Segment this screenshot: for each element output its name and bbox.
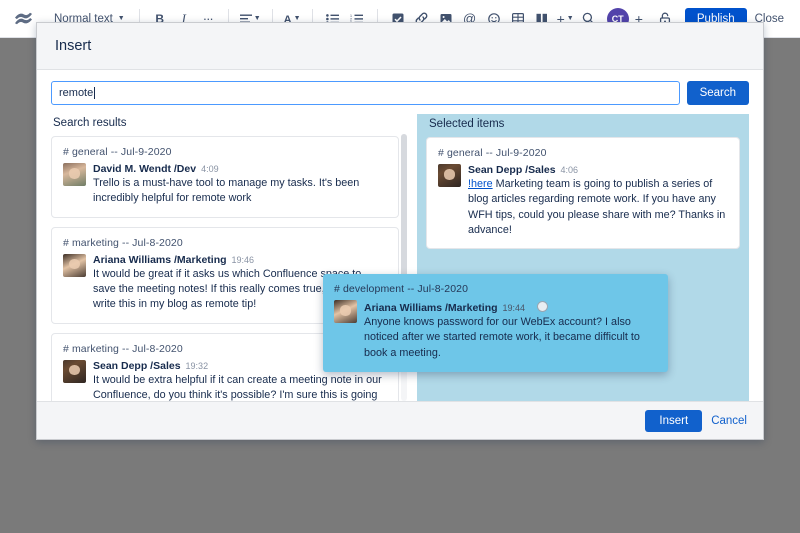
message-header: David M. Wendt /Dev 4:09: [93, 163, 387, 175]
card-channel: # general -- Jul-9-2020: [63, 146, 387, 158]
selected-items-label: Selected items: [426, 114, 740, 137]
list-item[interactable]: # general -- Jul-9-2020 David M. Wendt /…: [51, 136, 399, 218]
insert-button[interactable]: Insert: [645, 410, 702, 432]
card-channel: # marketing -- Jul-8-2020: [63, 237, 387, 249]
avatar: [63, 254, 86, 277]
message: Sean Depp /Sales 4:06 !here Marketing te…: [438, 164, 728, 238]
search-row: remote Search: [51, 81, 749, 105]
message-header: Ariana Williams /Marketing 19:44: [364, 300, 657, 314]
message-text: Trello is a must-have tool to manage my …: [93, 176, 387, 207]
message-header: Sean Depp /Sales 4:06: [468, 164, 728, 176]
message-text-body: Marketing team is going to publish a ser…: [468, 178, 725, 236]
scrollbar-thumb[interactable]: [401, 134, 407, 294]
chevron-down-icon: ▼: [294, 15, 301, 22]
avatar: [334, 300, 357, 323]
chevron-down-icon: ▼: [118, 15, 125, 22]
message-time: 4:09: [201, 164, 219, 174]
search-results-label: Search results: [51, 114, 399, 136]
search-button[interactable]: Search: [687, 81, 749, 105]
dialog-title: Insert: [55, 38, 91, 54]
avatar: [63, 360, 86, 383]
message: Ariana Williams /Marketing 19:44 Anyone …: [334, 300, 657, 361]
search-input[interactable]: remote: [51, 81, 680, 105]
message-header: Ariana Williams /Marketing 19:46: [93, 254, 387, 266]
card-channel: # general -- Jul-9-2020: [438, 147, 728, 159]
message-time: 19:46: [232, 255, 255, 265]
search-input-value: remote: [59, 87, 93, 99]
cancel-button[interactable]: Cancel: [711, 415, 747, 427]
message-text: It would be extra helpful if it can crea…: [93, 373, 387, 401]
emoji-reaction-icon[interactable]: [537, 301, 548, 312]
message-author: Sean Depp /Sales: [468, 164, 556, 176]
message-text: !here Marketing team is going to publish…: [468, 177, 728, 238]
message-author: David M. Wendt /Dev: [93, 163, 196, 175]
dialog-body: remote Search Search results # general -…: [37, 70, 763, 401]
message-time: 4:06: [561, 165, 579, 175]
dialog-footer: Insert Cancel: [37, 401, 763, 439]
message-body: David M. Wendt /Dev 4:09 Trello is a mus…: [93, 163, 387, 207]
message-author: Ariana Williams /Marketing: [364, 302, 498, 314]
dialog-header: Insert: [37, 23, 763, 70]
avatar: [438, 164, 461, 187]
message-author: Sean Depp /Sales: [93, 360, 181, 372]
chevron-down-icon: ▼: [254, 15, 261, 22]
insert-dialog: Insert remote Search Search results # ge…: [36, 22, 764, 440]
confluence-logo: [10, 7, 36, 31]
message-author: Ariana Williams /Marketing: [93, 254, 227, 266]
message-text: Anyone knows password for our WebEx acco…: [364, 315, 657, 361]
card-channel: # development -- Jul-8-2020: [334, 283, 657, 295]
message-body: Ariana Williams /Marketing 19:44 Anyone …: [364, 300, 657, 361]
list-item[interactable]: # general -- Jul-9-2020 Sean Depp /Sales…: [426, 137, 740, 249]
panels: Search results # general -- Jul-9-2020 D…: [51, 114, 749, 401]
message: David M. Wendt /Dev 4:09 Trello is a mus…: [63, 163, 387, 207]
chevron-down-icon: ▼: [567, 15, 574, 22]
avatar: [63, 163, 86, 186]
message-time: 19:32: [186, 361, 209, 371]
dragged-message-card[interactable]: # development -- Jul-8-2020 Ariana Willi…: [323, 274, 668, 372]
text-cursor: [94, 87, 95, 99]
message-time: 19:44: [503, 303, 526, 313]
message-body: Sean Depp /Sales 4:06 !here Marketing te…: [468, 164, 728, 238]
here-mention-link[interactable]: !here: [468, 178, 493, 190]
